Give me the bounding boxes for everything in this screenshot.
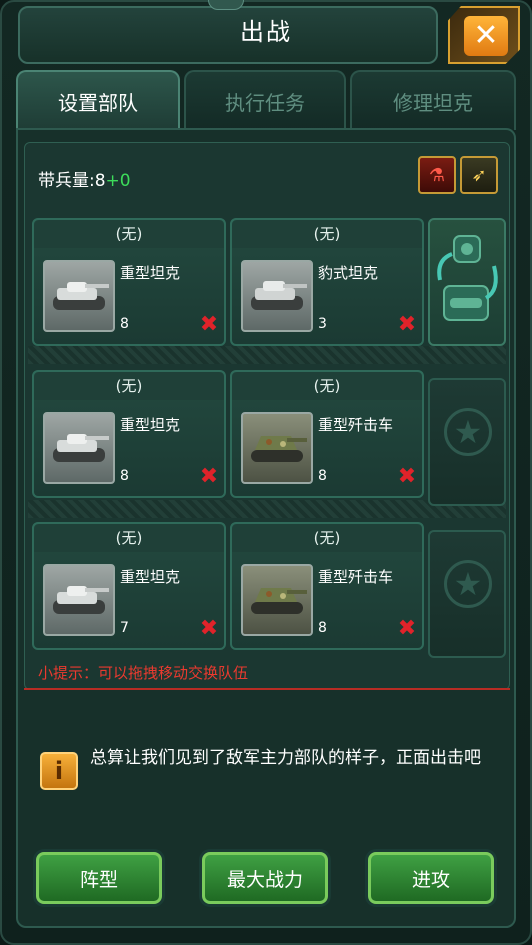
capacity-label: 带兵量:8 [38, 171, 106, 191]
slot-label: (无) [232, 220, 422, 248]
close-icon[interactable]: ✕ [464, 16, 508, 56]
tank-thumbnail [43, 260, 115, 332]
unit-name: 重型歼击车 [318, 568, 394, 586]
troop-capacity: 带兵量:8+0 [38, 166, 131, 191]
unit-name: 豹式坦克 [318, 264, 379, 282]
slot-label: (无) [34, 524, 224, 552]
unit-name: 重型坦克 [120, 264, 181, 282]
remove-icon[interactable]: ✖ [198, 314, 220, 336]
tank-thumbnail [43, 412, 115, 484]
tab-repair-tanks[interactable]: 修理坦克 [350, 70, 516, 130]
mission-info-text: 总算让我们见到了敌军主力部队的样子，正面出击吧 [90, 748, 481, 768]
tab-execute-mission[interactable]: 执行任务 [184, 70, 346, 130]
info-icon: i [40, 752, 78, 790]
tank-destroyer-thumbnail [241, 412, 313, 484]
remove-icon[interactable]: ✖ [198, 466, 220, 488]
max-power-button[interactable]: 最大战力 [202, 852, 328, 904]
troop-card[interactable]: (无) 重型坦克 7 ✖ [32, 522, 226, 650]
capacity-bonus: +0 [105, 171, 131, 191]
tank-destroyer-thumbnail [241, 564, 313, 636]
potion-item-icon[interactable]: ⚗ [418, 156, 456, 194]
remove-icon[interactable]: ✖ [198, 618, 220, 640]
slot-label: (无) [34, 220, 224, 248]
remove-icon[interactable]: ✖ [396, 466, 418, 488]
tank-thumbnail [241, 260, 313, 332]
star-emblem-icon: ★ [444, 408, 492, 456]
shell-item-icon[interactable]: ➶ [460, 156, 498, 194]
slot-label: (无) [232, 372, 422, 400]
troop-card[interactable]: (无) 重型坦克 8 ✖ [32, 218, 226, 346]
unit-name: 重型歼击车 [318, 416, 394, 434]
tank-thumbnail [43, 564, 115, 636]
close-button[interactable]: ✕ [448, 6, 520, 64]
empty-formation-slot[interactable]: ★ [428, 378, 506, 506]
formation-button[interactable]: 阵型 [36, 852, 162, 904]
unit-count: 8 [318, 620, 327, 636]
remove-icon[interactable]: ✖ [396, 618, 418, 640]
unit-count: 8 [120, 468, 129, 484]
unit-name: 重型坦克 [120, 416, 181, 434]
drag-hint: 小提示：可以拖拽移动交换队伍 [38, 664, 249, 682]
swap-icon [437, 235, 498, 321]
tab-set-troops[interactable]: 设置部队 [16, 70, 180, 130]
star-emblem-icon: ★ [444, 560, 492, 608]
swap-formation-slot[interactable] [428, 218, 506, 346]
unit-count: 8 [318, 468, 327, 484]
unit-count: 8 [120, 316, 129, 332]
troop-card[interactable]: (无) 重型歼击车 8 ✖ [230, 522, 424, 650]
unit-count: 3 [318, 316, 327, 332]
troop-card[interactable]: (无) 重型坦克 8 ✖ [32, 370, 226, 498]
slot-label: (无) [232, 524, 422, 552]
row-divider [28, 346, 506, 364]
remove-icon[interactable]: ✖ [396, 314, 418, 336]
unit-name: 重型坦克 [120, 568, 181, 586]
attack-button[interactable]: 进攻 [368, 852, 494, 904]
hint-underline [24, 688, 510, 690]
slot-label: (无) [34, 372, 224, 400]
unit-count: 7 [120, 620, 129, 636]
troop-card[interactable]: (无) 豹式坦克 3 ✖ [230, 218, 424, 346]
top-ornament [208, 0, 244, 10]
troop-card[interactable]: (无) 重型歼击车 8 ✖ [230, 370, 424, 498]
empty-formation-slot[interactable]: ★ [428, 530, 506, 658]
